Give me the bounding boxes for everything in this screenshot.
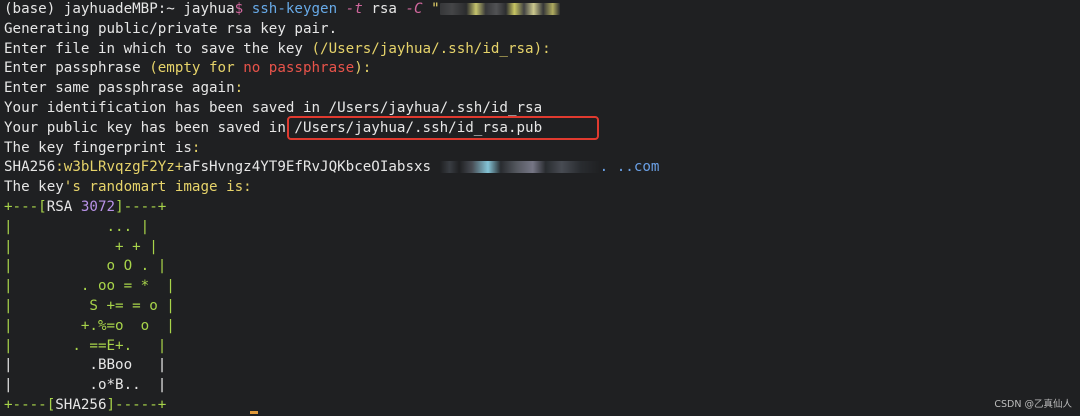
output-line: Enter file in which to save the key (/Us… xyxy=(4,40,551,57)
randomart-row: | ... | xyxy=(4,218,150,235)
arg-email-quote: " xyxy=(431,1,440,17)
shell-prompt: (base) jayhuadeMBP:~ jayhua xyxy=(4,1,235,17)
randomart-row: | .o*B.. | xyxy=(4,377,167,394)
command-name: ssh-keygen xyxy=(251,1,338,17)
randomart-row: | . ==E+. | xyxy=(4,337,167,354)
command-line: (base) jayhuadeMBP:~ jayhua$ ssh-keygen … xyxy=(4,0,1080,20)
randomart-row: | .BBoo | xyxy=(4,357,167,374)
output-line: Enter passphrase (empty for no passphras… xyxy=(4,60,372,77)
output-line: The key fingerprint is: xyxy=(4,139,201,156)
randomart-row: | . oo = * | xyxy=(4,278,175,295)
redacted-email-fingerprint xyxy=(439,161,600,174)
randomart-row: | + + | xyxy=(4,238,158,255)
flag-c: -C xyxy=(405,1,423,17)
randomart-top-border: +---[RSA 3072]----+ xyxy=(4,198,167,215)
prompt-dollar: $ xyxy=(234,1,244,17)
output-line: Enter same passphrase again: xyxy=(4,80,244,97)
watermark: CSDN @乙真仙人 xyxy=(994,399,1072,410)
output-line: The key's randomart image is: xyxy=(4,179,252,196)
flag-t: -t xyxy=(345,1,363,17)
randomart-row: | +.%=o o | xyxy=(4,317,175,334)
redacted-email xyxy=(439,3,560,15)
randomart-row: | S += = o | xyxy=(4,297,175,314)
highlight-box xyxy=(287,116,599,140)
fingerprint-line: SHA256:w3bLRvqzgF2Yz+aFsHvngz4YT9EfRvJQK… xyxy=(4,159,660,176)
arg-rsa: rsa xyxy=(371,1,397,17)
randomart-bottom-border: +----[SHA256]-----+ xyxy=(4,396,167,413)
randomart-row: | o O . | xyxy=(4,258,167,275)
terminal-window[interactable]: (base) jayhuadeMBP:~ jayhua$ ssh-keygen … xyxy=(4,0,1080,414)
output-line: Generating public/private rsa key pair. xyxy=(4,20,338,37)
